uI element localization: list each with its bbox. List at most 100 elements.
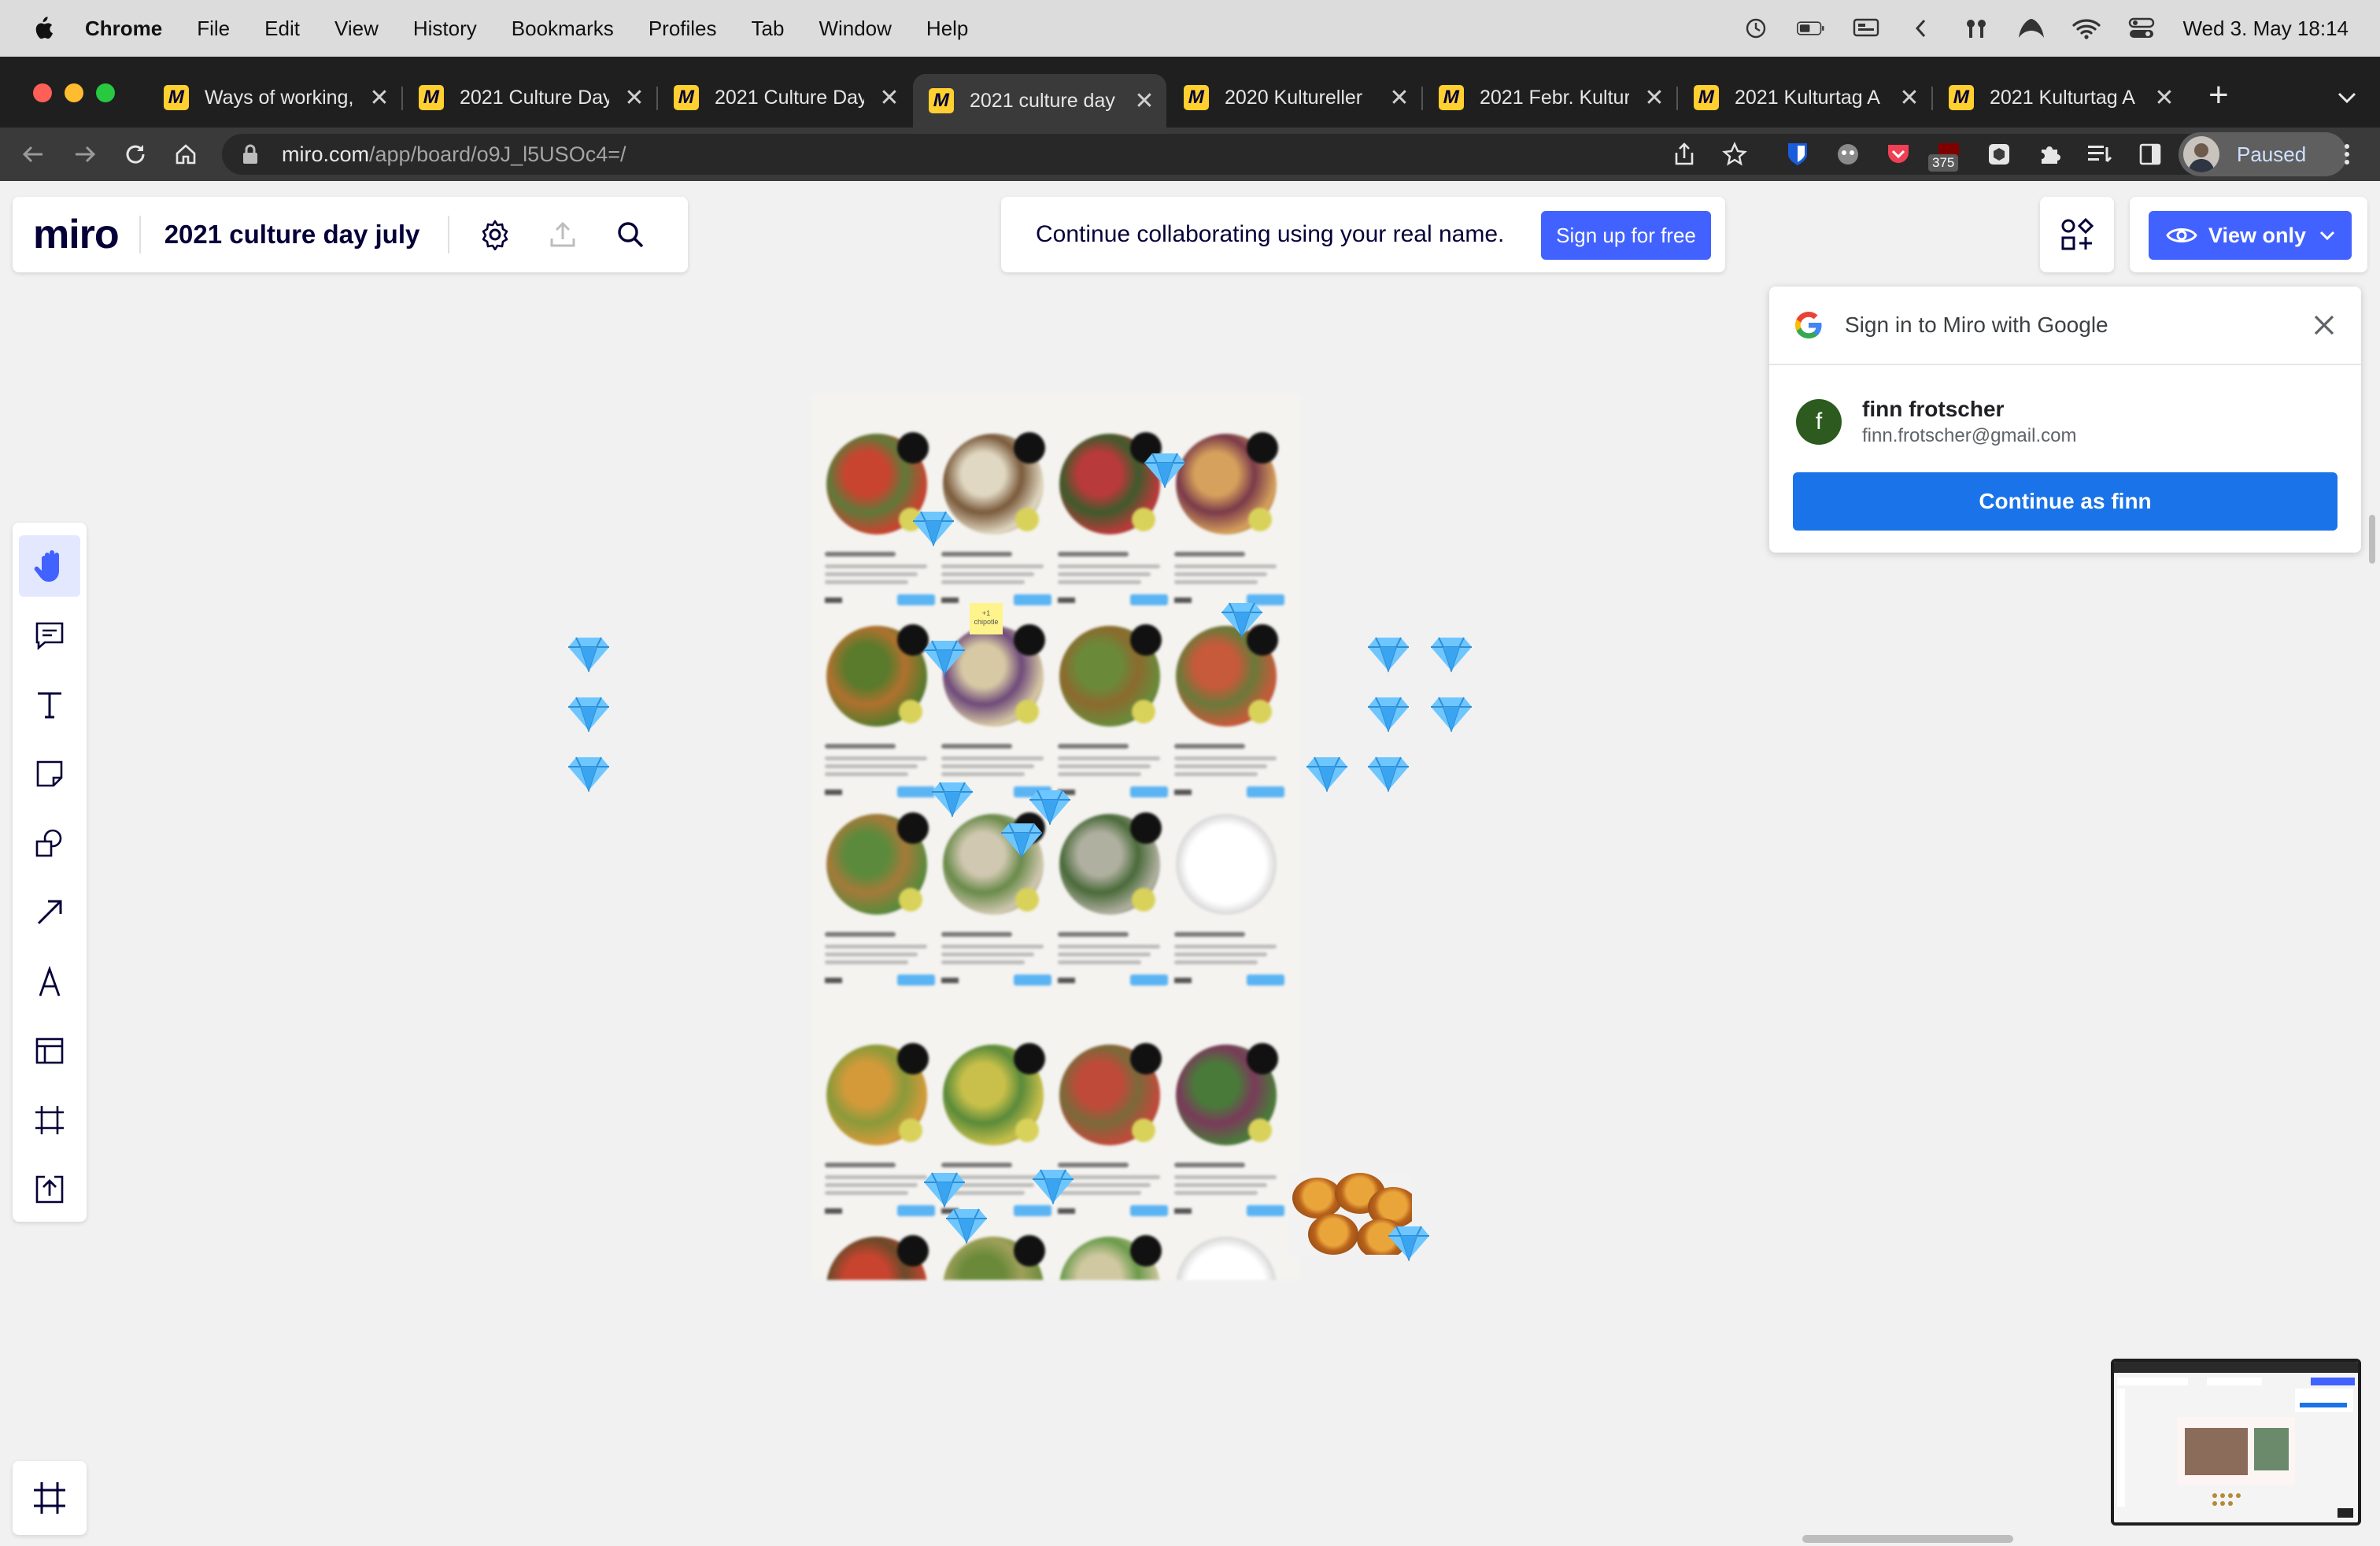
vpn-icon[interactable] [2017,17,2046,40]
gem-sticker-icon[interactable] [1001,822,1042,860]
horizontal-scrollbar[interactable] [1802,1535,2013,1543]
menu-bookmarks[interactable]: Bookmarks [512,17,614,41]
gem-sticker-icon[interactable] [924,639,965,677]
url-text[interactable]: miro.com/app/board/o9J_l5USOc4=/ [282,142,626,167]
gem-sticker-icon[interactable] [1306,756,1347,793]
gem-sticker-icon[interactable] [913,510,954,548]
templates-tool-icon[interactable] [19,1020,80,1082]
forward-arrow-icon[interactable] [71,140,99,168]
gem-sticker-icon[interactable] [568,696,609,734]
search-icon[interactable] [613,217,648,252]
new-tab-button[interactable]: + [2208,76,2229,115]
gem-sticker-icon[interactable] [1431,636,1472,674]
comment-tool-icon[interactable] [19,605,80,666]
shapes-tool-icon[interactable] [19,812,80,874]
gem-sticker-icon[interactable] [1221,601,1262,639]
tab-close-icon[interactable]: ✕ [878,84,900,112]
export-upload-icon[interactable] [545,217,580,252]
menubar-clock[interactable]: Wed 3. May 18:14 [2182,17,2349,41]
gem-sticker-icon[interactable] [924,1171,965,1209]
browser-tab[interactable]: M 2021 Kulturtag A ✕ [1949,74,2175,121]
time-machine-icon[interactable] [1742,17,1770,40]
chrome-menu-icon[interactable] [2333,140,2361,168]
gem-sticker-icon[interactable] [1388,1225,1429,1263]
battery-icon[interactable] [1797,17,1825,40]
lock-icon[interactable] [241,143,260,165]
google-account-row[interactable]: f finn frotscher finn.frotscher@gmail.co… [1796,397,2076,447]
menu-tab[interactable]: Tab [752,17,785,41]
close-icon[interactable] [2309,310,2339,340]
menu-file[interactable]: File [197,17,230,41]
tab-close-icon[interactable]: ✕ [1643,84,1665,112]
browser-tab[interactable]: M 2021 Culture Day ✕ [674,74,900,121]
frame-tool-icon[interactable] [19,1089,80,1151]
stats-icon[interactable] [1962,17,1990,40]
arrow-tool-icon[interactable] [19,882,80,943]
gem-sticker-icon[interactable] [1144,452,1185,490]
tab-close-icon[interactable]: ✕ [1133,87,1155,115]
reading-list-icon[interactable] [2086,140,2114,168]
menu-view[interactable]: View [334,17,379,41]
control-center-icon[interactable] [2127,17,2156,40]
pen-tool-icon[interactable] [19,951,80,1012]
chevron-left-icon[interactable] [1907,17,1935,40]
food-menu-image[interactable] [812,394,1300,1280]
tab-close-icon[interactable]: ✕ [2153,84,2175,112]
window-zoom-button[interactable] [96,83,115,102]
gem-sticker-icon[interactable] [1368,636,1409,674]
browser-tab[interactable]: M 2020 Kultureller ✕ [1184,74,1410,121]
browser-tab[interactable]: M Ways of working, ✕ [164,74,390,121]
upload-tool-icon[interactable] [19,1159,80,1220]
tab-close-icon[interactable]: ✕ [1898,84,1920,112]
tab-search-chevron-icon[interactable] [2331,82,2363,113]
browser-tab[interactable]: M 2021 Febr. Kultur ✕ [1439,74,1665,121]
sticky-note[interactable]: +1 chipotle [970,603,1003,634]
gem-sticker-icon[interactable] [1368,696,1409,734]
bitwarden-extension-icon[interactable] [1783,140,1812,168]
gem-sticker-icon[interactable] [1033,1168,1074,1206]
browser-tab[interactable]: M 2021 Culture Day ✕ [419,74,645,121]
window-close-button[interactable] [33,83,52,102]
gem-sticker-icon[interactable] [1431,696,1472,734]
sign-up-button[interactable]: Sign up for free [1541,211,1711,260]
home-icon[interactable] [172,140,200,168]
side-panel-icon[interactable] [2136,140,2164,168]
view-only-button[interactable]: View only [2149,211,2352,260]
gem-sticker-icon[interactable] [568,756,609,793]
wifi-icon[interactable] [2072,17,2101,40]
back-arrow-icon[interactable] [19,140,47,168]
profile-button[interactable]: Paused [2179,132,2347,176]
hand-tool-icon[interactable] [19,535,80,597]
privacy-extension-icon[interactable] [1834,140,1862,168]
menu-profiles[interactable]: Profiles [649,17,717,41]
pocket-extension-icon[interactable] [1884,140,1913,168]
text-tool-icon[interactable] [19,674,80,735]
gem-sticker-icon[interactable] [946,1208,987,1245]
hexagon-extension-icon[interactable] [1985,140,2013,168]
board-minimap[interactable] [2111,1359,2361,1526]
menu-history[interactable]: History [413,17,477,41]
board-title[interactable]: 2021 culture day july [164,220,448,250]
menu-help[interactable]: Help [926,17,968,41]
gem-sticker-icon[interactable] [568,636,609,674]
window-minimize-button[interactable] [65,83,83,102]
gem-sticker-icon[interactable] [1029,789,1070,827]
bookmark-star-icon[interactable] [1720,140,1749,168]
apps-button[interactable] [2040,197,2114,272]
menu-app-chrome[interactable]: Chrome [85,17,162,41]
address-bar[interactable]: miro.com/app/board/o9J_l5USOc4=/ [222,134,2212,175]
miro-logo[interactable]: miro [33,211,120,258]
gem-sticker-icon[interactable] [1368,756,1409,793]
apple-icon[interactable] [31,16,54,41]
tab-close-icon[interactable]: ✕ [1388,84,1410,112]
tab-close-icon[interactable]: ✕ [623,84,645,112]
sticky-note-tool-icon[interactable] [19,743,80,804]
extensions-puzzle-icon[interactable] [2035,140,2064,168]
share-icon[interactable] [1670,140,1698,168]
tab-close-icon[interactable]: ✕ [368,84,390,112]
continue-as-button[interactable]: Continue as finn [1793,472,2338,531]
reload-icon[interactable] [121,140,150,168]
menu-edit[interactable]: Edit [264,17,300,41]
gem-sticker-icon[interactable] [932,781,973,819]
frames-button[interactable] [13,1461,87,1535]
